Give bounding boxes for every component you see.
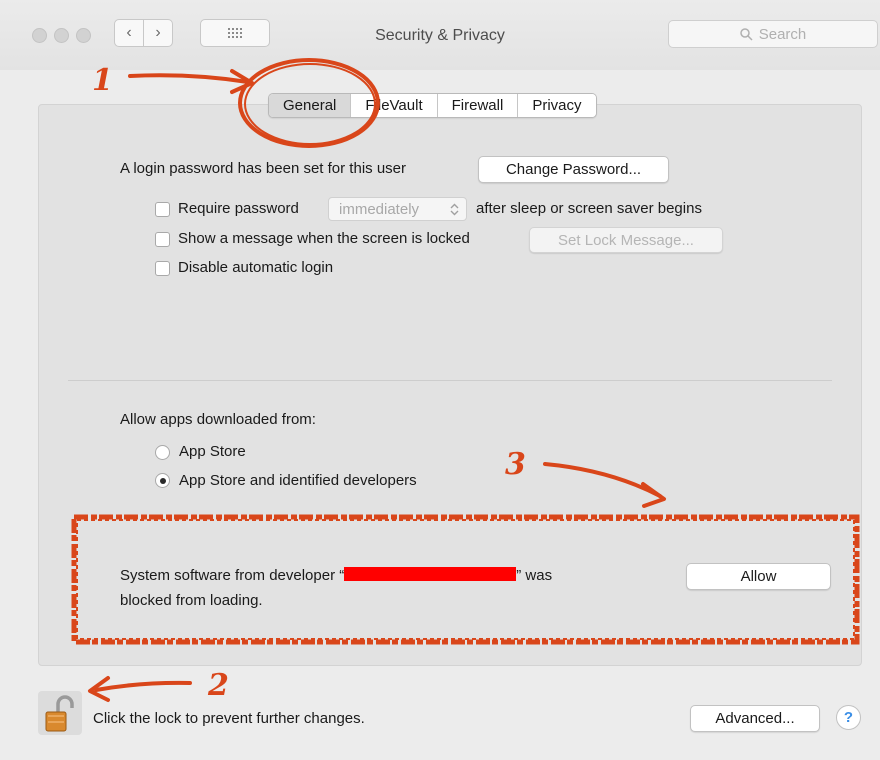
annotation-arrow-1: [128, 73, 250, 84]
annotation-highlight-box: [71, 514, 860, 645]
annotation-number-1: 1: [92, 63, 113, 98]
annotation-arrow-2: [94, 680, 192, 692]
annotation-number-3: 3: [505, 447, 526, 482]
annotation-circle: [238, 58, 380, 148]
annotation-number-2: 2: [208, 668, 229, 703]
annotation-overlay: [71, 58, 860, 702]
annotation-arrow-3: [543, 462, 662, 498]
